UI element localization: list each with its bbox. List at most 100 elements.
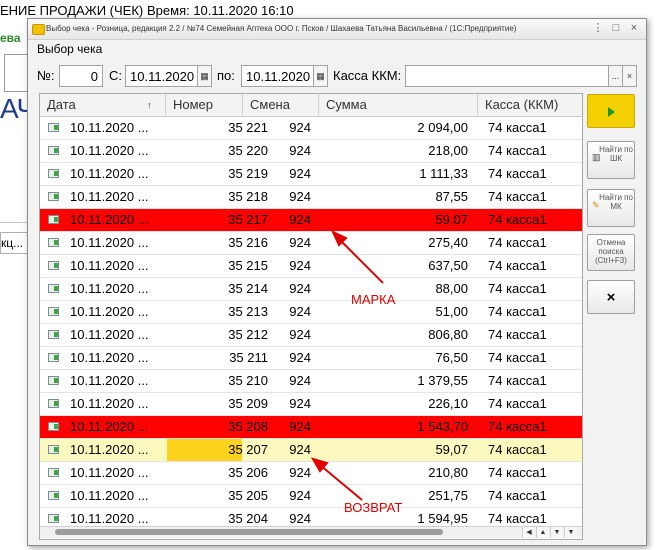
table-row[interactable]: 10.11.2020 ... 35 213 924 51,00 74 касса1 [40,301,582,324]
receipt-icon [48,514,59,523]
receipt-icon [48,445,59,454]
scroll-left-button[interactable]: ◀ [522,527,535,538]
horizontal-scrollbar[interactable]: ◀ ▲ ▼ ▼ [40,526,582,538]
window-menu-button[interactable]: ⋮ [590,21,606,36]
column-header-date[interactable]: Дата ↑ [40,94,166,116]
receipt-icon [48,215,59,224]
column-header-sum[interactable]: Сумма [319,94,478,116]
find-by-barcode-button[interactable]: ▥ Найти по ШК [587,141,635,179]
register-input[interactable] [405,65,609,87]
close-button[interactable]: × [587,280,635,314]
cell-register: 74 касса1 [488,465,547,480]
cell-sum: 1 543,70 [417,419,468,434]
receipt-icon [48,330,59,339]
cell-register: 74 касса1 [488,258,547,273]
table-row[interactable]: 10.11.2020 ... 35 208 924 1 543,70 74 касса1 [40,416,582,439]
receipt-icon [48,307,59,316]
column-header-shift[interactable]: Смена [243,94,319,116]
table-row[interactable]: 10.11.2020 ... 35 207 924 59,07 74 касса1 [40,439,582,462]
select-button[interactable] [587,94,635,128]
table-row[interactable]: 10.11.2020 ... 35 206 924 210,80 74 касса1 [40,462,582,485]
register-clear-button[interactable]: × [623,65,637,87]
background-divider [0,222,30,223]
cell-date: 10.11.2020 ... [70,488,149,503]
scroll-up-button[interactable]: ▲ [536,527,549,538]
table-row[interactable]: 10.11.2020 ... 35 218 924 87,55 74 касса1 [40,186,582,209]
cell-register: 74 касса1 [488,143,547,158]
cell-date: 10.11.2020 ... [70,258,149,273]
cell-date: 10.11.2020 ... [70,396,149,411]
register-select-button[interactable]: ... [609,65,623,87]
receipt-icon [48,422,59,431]
cell-date: 10.11.2020 ... [70,304,149,319]
table-row[interactable]: 10.11.2020 ... 35 214 924 88,00 74 касса1 [40,278,582,301]
cell-date: 10.11.2020 ... [70,465,149,480]
barcode-icon: ▥ [592,152,601,162]
receipt-icon [48,192,59,201]
table-row[interactable]: 10.11.2020 ... 35 205 924 251,75 74 касса1 [40,485,582,508]
cell-register: 74 касса1 [488,442,547,457]
scroll-end-button[interactable]: ▼ [564,527,577,538]
cell-date: 10.11.2020 ... [70,350,149,365]
cell-shift: 924 [289,350,311,365]
table-row[interactable]: 10.11.2020 ... 35 221 924 2 094,00 74 касса1 [40,117,582,140]
cell-sum: 275,40 [428,235,468,250]
cell-register: 74 касса1 [488,281,547,296]
play-icon [608,107,615,117]
column-header-register[interactable]: Касса (ККМ) [478,94,582,116]
column-header-number[interactable]: Номер [166,94,243,116]
cell-date: 10.11.2020 ... [70,281,149,296]
cell-shift: 924 [289,212,311,227]
receipt-icon [48,491,59,500]
cancel-search-button[interactable]: Отмена поиска (Ctrl+F3) [587,234,635,271]
window-close-button[interactable]: × [626,21,642,36]
cell-shift: 924 [289,304,311,319]
receipt-icon [48,376,59,385]
window-maximize-button[interactable]: □ [608,21,624,36]
cell-register: 74 касса1 [488,373,547,388]
receipts-table[interactable]: Дата ↑ Номер Смена Сумма Касса (ККМ) 10.… [39,93,583,540]
background-field-small: кц... [0,232,30,254]
date-to-calendar-icon[interactable]: ▦ [314,65,328,87]
scroll-down-button[interactable]: ▼ [550,527,563,538]
receipt-icon [48,468,59,477]
date-from-label: С: [109,68,122,83]
annotation-marka: МАРКА [351,292,396,307]
table-row[interactable]: 10.11.2020 ... 35 217 924 59,07 74 касса1 [40,209,582,232]
table-row[interactable]: 10.11.2020 ... 35 209 924 226,10 74 касса1 [40,393,582,416]
cell-date: 10.11.2020 ... [70,120,149,135]
table-row[interactable]: 10.11.2020 ... 35 216 924 275,40 74 касса1 [40,232,582,255]
table-row[interactable]: 10.11.2020 ... 35 215 924 637,50 74 касса1 [40,255,582,278]
mark-icon: ✎ [592,200,600,210]
cell-register: 74 касса1 [488,189,547,204]
cell-sum: 226,10 [428,396,468,411]
column-date-label: Дата [47,97,76,112]
cell-register: 74 касса1 [488,120,547,135]
receipt-icon [48,399,59,408]
find-by-mark-button[interactable]: ✎ Найти по МК [587,189,635,227]
cell-sum: 87,55 [435,189,468,204]
cell-shift: 924 [289,465,311,480]
cell-date: 10.11.2020 ... [70,442,149,457]
date-to-label: по: [217,68,235,83]
table-row[interactable]: 10.11.2020 ... 35 210 924 1 379,55 74 касса1 [40,370,582,393]
table-row[interactable]: 10.11.2020 ... 35 211 924 76,50 74 касса1 [40,347,582,370]
cell-shift: 924 [289,235,311,250]
cancel-search-label: Отмена поиска (Ctrl+F3) [595,238,627,265]
receipt-icon [48,261,59,270]
cell-sum: 1 111,33 [419,166,468,181]
table-row[interactable]: 10.11.2020 ... 35 220 924 218,00 74 касса1 [40,140,582,163]
cell-shift: 924 [289,373,311,388]
cell-date: 10.11.2020 ... [70,235,149,250]
date-from-calendar-icon[interactable]: ▦ [198,65,212,87]
date-to-input[interactable]: 10.11.2020 [241,65,314,87]
table-row[interactable]: 10.11.2020 ... 35 219 924 1 111,33 74 касса1 [40,163,582,186]
number-input[interactable]: 0 [59,65,103,87]
cell-date: 10.11.2020 ... [70,189,149,204]
cell-sum: 76,50 [435,350,468,365]
window-title: Выбор чека - Розница, редакция 2.2 / №74… [46,24,517,33]
scrollbar-thumb[interactable] [55,529,443,535]
table-row[interactable]: 10.11.2020 ... 35 212 924 806,80 74 касса1 [40,324,582,347]
cell-register: 74 касса1 [488,350,547,365]
date-from-input[interactable]: 10.11.2020 [125,65,198,87]
